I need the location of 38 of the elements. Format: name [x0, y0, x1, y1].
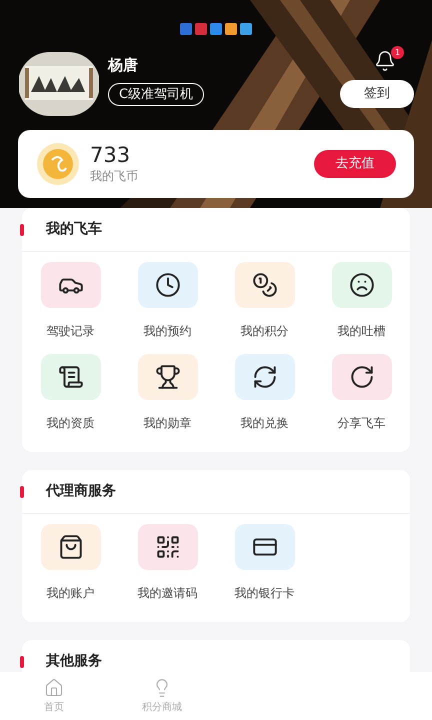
- frowning-face-icon: [348, 272, 374, 298]
- menu-item-label: 我的邀请码: [138, 585, 198, 602]
- menu-item[interactable]: 分享飞车: [313, 354, 410, 446]
- menu-item-label: 我的账户: [46, 585, 94, 602]
- section-marker: [20, 656, 24, 668]
- clock-icon: [154, 272, 180, 298]
- menu-item[interactable]: 我的预约: [119, 262, 216, 354]
- menu-item[interactable]: 我的银行卡: [216, 524, 313, 616]
- menu-item[interactable]: 我的邀请码: [119, 524, 216, 616]
- section-title: 其他服务: [45, 652, 102, 671]
- menu-item-label: 分享飞车: [338, 415, 386, 432]
- coins-icon: [252, 272, 278, 298]
- menu-item-label: 驾驶记录: [46, 323, 94, 340]
- menu-item-label: 我的积分: [240, 323, 288, 340]
- bag-icon: [58, 534, 84, 560]
- menu-item[interactable]: 驾驶记录: [22, 262, 119, 354]
- menu-item-label: 我的预约: [144, 323, 192, 340]
- qr-code-icon: [154, 534, 180, 560]
- menu-item-label: 我的资质: [46, 415, 94, 432]
- document-icon: [58, 364, 84, 390]
- section-title: 我的飞车: [44, 220, 102, 239]
- home-icon: [44, 678, 64, 698]
- menu-item[interactable]: 我的积分: [216, 262, 313, 354]
- menu-item[interactable]: 我的勋章: [119, 354, 216, 446]
- menu-item-label: 我的勋章: [144, 415, 192, 432]
- menu-item[interactable]: 我的资质: [22, 354, 119, 446]
- menu-item[interactable]: 我的兑换: [216, 354, 313, 446]
- menu-item-label: 我的兑换: [240, 415, 288, 432]
- trophy-icon: [154, 364, 180, 390]
- section-marker: [20, 224, 24, 236]
- refresh-icon: [252, 364, 278, 390]
- menu-item[interactable]: 我的吐槽: [313, 262, 410, 354]
- rotate-arrow-icon: [348, 364, 374, 390]
- section-title: 代理商服务: [44, 482, 116, 501]
- menu-item[interactable]: 我的账户: [22, 524, 119, 616]
- menu-item-label: 我的吐槽: [338, 323, 386, 340]
- menu-item-label: 我的银行卡: [234, 585, 294, 602]
- section-marker: [20, 486, 24, 498]
